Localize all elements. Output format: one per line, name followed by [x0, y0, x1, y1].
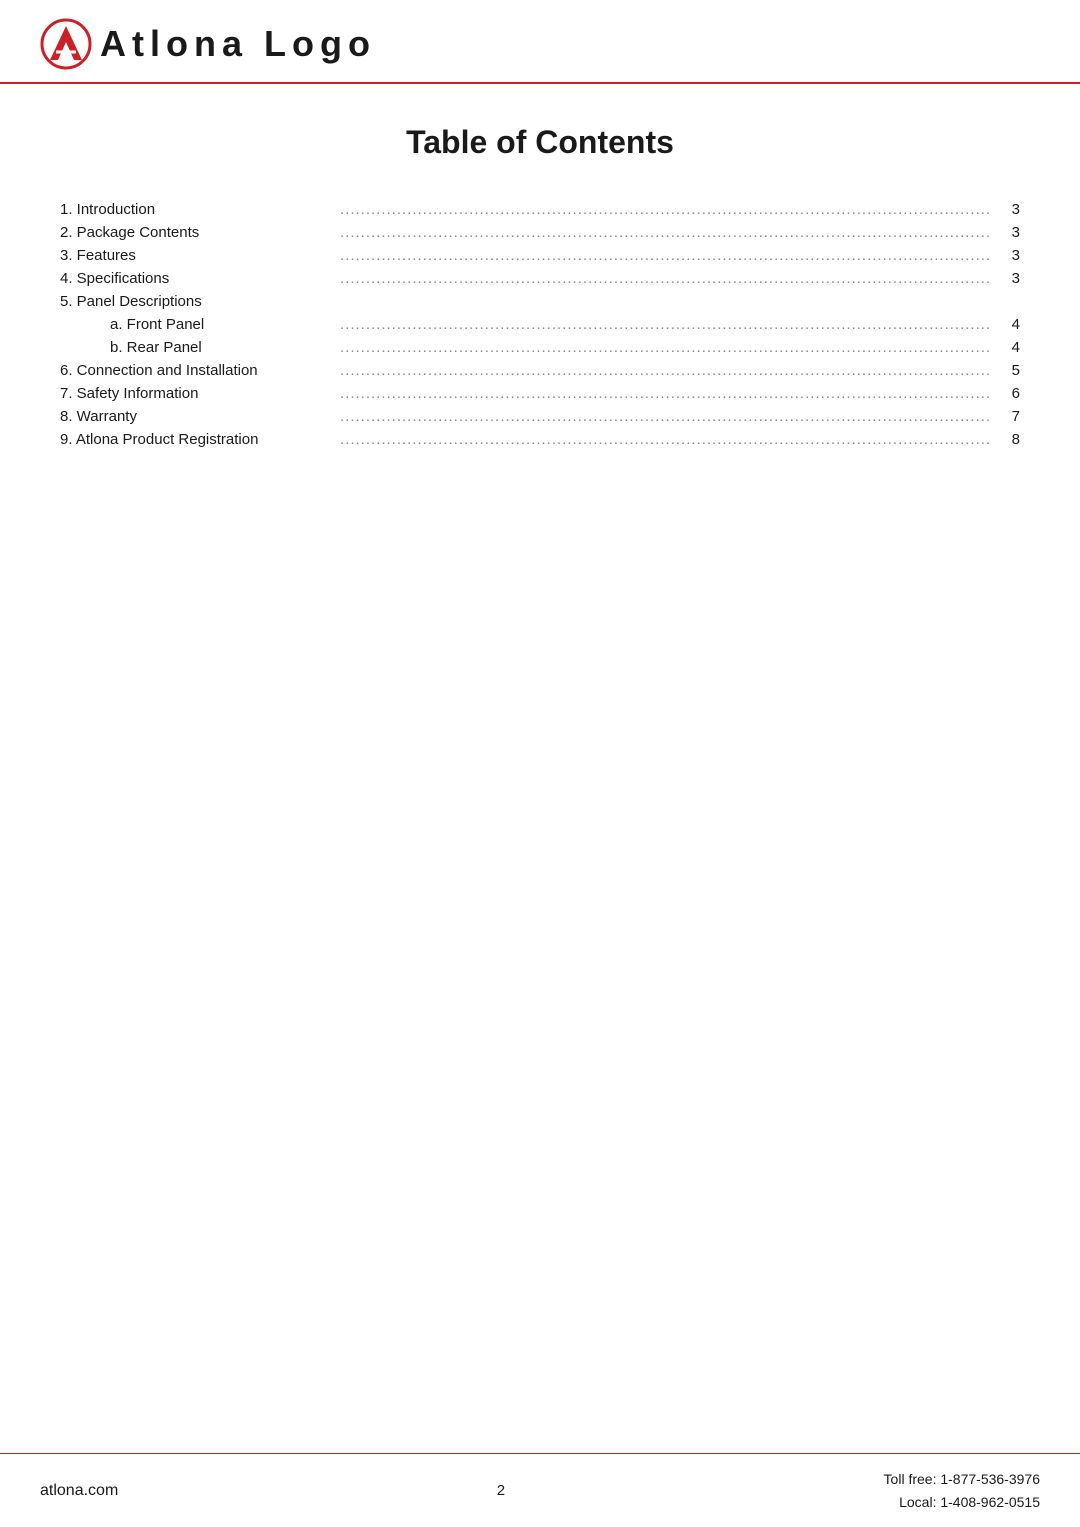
toc-page-5b: 4	[990, 339, 1020, 356]
footer-toll-free: Toll free: 1-877-536-3976	[884, 1468, 1040, 1490]
toc-page-4: 3	[990, 270, 1020, 287]
toc-item-5b: b. Rear Panel ..........................…	[60, 339, 1020, 356]
table-of-contents: 1. Introduction ........................…	[60, 201, 1020, 448]
toc-label-1: 1. Introduction	[60, 201, 340, 218]
footer-contact: Toll free: 1-877-536-3976 Local: 1-408-9…	[884, 1468, 1040, 1513]
toc-page-9: 8	[990, 431, 1020, 448]
page-header: Atlona Logo	[0, 0, 1080, 84]
toc-page-1: 3	[990, 201, 1020, 218]
toc-page-7: 6	[990, 385, 1020, 402]
page-footer: atlona.com 2 Toll free: 1-877-536-3976 L…	[0, 1453, 1080, 1527]
toc-item-7: 7. Safety Information ..................…	[60, 385, 1020, 402]
toc-item-2: 2. Package Contents ....................…	[60, 224, 1020, 241]
footer-local: Local: 1-408-962-0515	[884, 1491, 1040, 1513]
toc-item-1: 1. Introduction ........................…	[60, 201, 1020, 218]
toc-label-7: 7. Safety Information	[60, 385, 340, 402]
main-content: Table of Contents 1. Introduction ......…	[0, 84, 1080, 1453]
toc-dots-7: ........................................…	[340, 385, 990, 402]
toc-label-6: 6. Connection and Installation	[60, 362, 340, 379]
toc-dots-5b: ........................................…	[340, 339, 990, 356]
toc-dots-5a: ........................................…	[340, 316, 990, 333]
toc-label-5: 5. Panel Descriptions	[60, 293, 340, 310]
footer-page-number: 2	[497, 1482, 505, 1499]
footer-website: atlona.com	[40, 1482, 118, 1500]
toc-item-6: 6. Connection and Installation .........…	[60, 362, 1020, 379]
toc-item-5a: a. Front Panel .........................…	[60, 316, 1020, 333]
toc-label-5b: b. Rear Panel	[60, 339, 340, 356]
toc-item-8: 8. Warranty ............................…	[60, 408, 1020, 425]
toc-item-5: 5. Panel Descriptions	[60, 293, 1020, 310]
toc-label-5a: a. Front Panel	[60, 316, 340, 333]
toc-dots-8: ........................................…	[340, 408, 990, 425]
logo-text: Atlona Logo	[100, 23, 376, 65]
toc-item-3: 3. Features ............................…	[60, 247, 1020, 264]
logo-container: Atlona Logo	[40, 18, 376, 70]
toc-label-3: 3. Features	[60, 247, 340, 264]
toc-page-6: 5	[990, 362, 1020, 379]
toc-label-2: 2. Package Contents	[60, 224, 340, 241]
toc-item-4: 4. Specifications ......................…	[60, 270, 1020, 287]
page-title: Table of Contents	[60, 124, 1020, 161]
toc-dots-9: ........................................…	[340, 431, 990, 448]
toc-label-8: 8. Warranty	[60, 408, 340, 425]
toc-dots-2: ........................................…	[340, 224, 990, 241]
toc-dots-1: ........................................…	[340, 201, 990, 218]
toc-label-9: 9. Atlona Product Registration	[60, 431, 340, 448]
toc-page-3: 3	[990, 247, 1020, 264]
toc-item-9: 9. Atlona Product Registration .........…	[60, 431, 1020, 448]
toc-page-5a: 4	[990, 316, 1020, 333]
toc-page-2: 3	[990, 224, 1020, 241]
toc-dots-4: ........................................…	[340, 270, 990, 287]
toc-label-4: 4. Specifications	[60, 270, 340, 287]
toc-dots-3: ........................................…	[340, 247, 990, 264]
toc-dots-6: ........................................…	[340, 362, 990, 379]
atlona-logo-icon	[40, 18, 92, 70]
toc-page-8: 7	[990, 408, 1020, 425]
